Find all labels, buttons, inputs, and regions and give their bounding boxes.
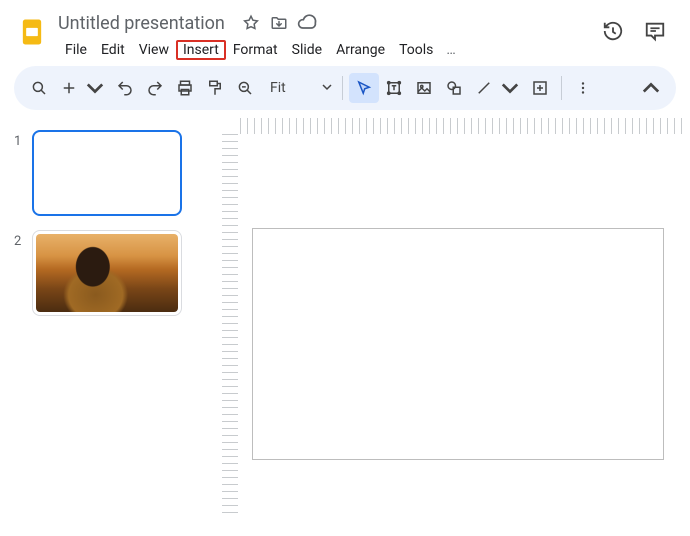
collapse-toolbar-button[interactable] xyxy=(636,73,666,103)
menu-view[interactable]: View xyxy=(132,40,176,60)
version-history-icon[interactable] xyxy=(598,16,628,46)
thumbnail-number: 1 xyxy=(14,130,32,216)
title-row: Untitled presentation xyxy=(58,10,592,36)
thumbnail-row: 2 xyxy=(14,230,208,316)
cloud-status-icon[interactable] xyxy=(297,13,317,33)
zoom-fit-label: Fit xyxy=(264,80,292,96)
new-slide-dropdown[interactable] xyxy=(80,73,110,103)
star-icon[interactable] xyxy=(241,13,261,33)
line-tool-dropdown[interactable] xyxy=(495,73,525,103)
toolbar: Fit xyxy=(14,66,676,110)
textbox-tool-button[interactable] xyxy=(379,73,409,103)
toolbar-divider xyxy=(561,76,562,100)
doc-title[interactable]: Untitled presentation xyxy=(58,13,225,34)
menu-edit[interactable]: Edit xyxy=(94,40,132,60)
paint-format-button[interactable] xyxy=(200,73,230,103)
thumbnail-number: 2 xyxy=(14,230,32,316)
slide-thumbnail-panel: 1 2 xyxy=(6,118,216,518)
vertical-ruler[interactable] xyxy=(222,134,238,518)
title-block: Untitled presentation File Edit View Ins… xyxy=(58,10,592,62)
image-tool-button[interactable] xyxy=(409,73,439,103)
horizontal-ruler[interactable] xyxy=(240,118,684,134)
slides-app: Untitled presentation File Edit View Ins… xyxy=(0,0,690,536)
shape-tool-button[interactable] xyxy=(439,73,469,103)
zoom-out-button[interactable] xyxy=(230,73,260,103)
select-tool-button[interactable] xyxy=(349,73,379,103)
slide-canvas[interactable] xyxy=(252,228,664,460)
workspace: 1 2 xyxy=(6,110,684,518)
slides-logo[interactable] xyxy=(14,14,50,50)
comment-add-button[interactable] xyxy=(525,73,555,103)
menu-slide[interactable]: Slide xyxy=(285,40,329,60)
overflow-menu-button[interactable] xyxy=(568,73,598,103)
menu-insert[interactable]: Insert xyxy=(176,40,226,60)
zoom-fit-control[interactable]: Fit xyxy=(260,73,336,103)
redo-button[interactable] xyxy=(140,73,170,103)
thumbnail-row: 1 xyxy=(14,130,208,216)
slides-logo-icon xyxy=(17,17,47,47)
menu-format[interactable]: Format xyxy=(226,40,285,60)
menu-arrange[interactable]: Arrange xyxy=(329,40,392,60)
print-button[interactable] xyxy=(170,73,200,103)
header-right xyxy=(592,16,676,46)
undo-button[interactable] xyxy=(110,73,140,103)
move-folder-icon[interactable] xyxy=(269,13,289,33)
slide-thumbnail-2[interactable] xyxy=(32,230,182,316)
toolbar-container: Fit xyxy=(6,66,684,110)
comments-icon[interactable] xyxy=(640,16,670,46)
slide-thumbnail-image xyxy=(36,234,178,312)
slide-thumbnail-1[interactable] xyxy=(32,130,182,216)
chevron-down-icon xyxy=(322,80,332,96)
search-menus-icon[interactable] xyxy=(24,73,54,103)
toolbar-divider xyxy=(342,76,343,100)
menu-tools[interactable]: Tools xyxy=(392,40,440,60)
menu-file[interactable]: File xyxy=(58,40,94,60)
menu-bar: File Edit View Insert Format Slide Arran… xyxy=(58,38,592,62)
menu-more[interactable]: … xyxy=(440,40,461,60)
canvas-area xyxy=(216,118,684,518)
header: Untitled presentation File Edit View Ins… xyxy=(6,4,684,62)
